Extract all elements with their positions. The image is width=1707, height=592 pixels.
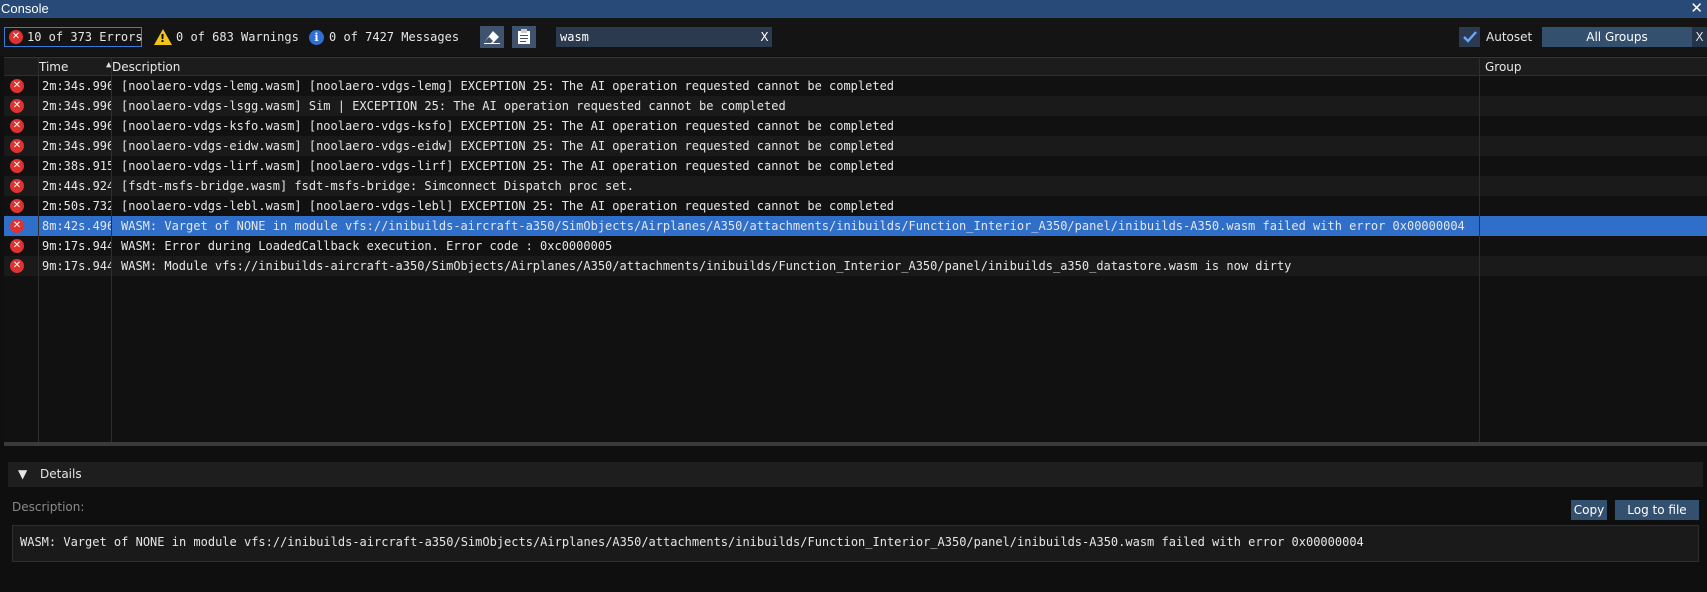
column-header-group[interactable]: Group [1485,60,1522,74]
column-divider[interactable] [1479,58,1480,446]
row-description: [fsdt-msfs-bridge.wasm] fsdt-msfs-bridge… [121,179,634,193]
details-description-text: WASM: Varget of NONE in module vfs://ini… [12,525,1699,562]
error-circle-icon: ✕ [10,259,24,273]
error-circle-icon: ✕ [10,79,24,93]
table-row[interactable]: ✕ 2m:44s.924ms [fsdt-msfs-bridge.wasm] f… [4,176,1707,196]
table-row[interactable]: ✕ 9m:17s.944ms WASM: Module vfs://inibui… [4,256,1707,276]
row-time: 8m:42s.496ms [42,219,112,233]
toolbar: ✕ 10 of 373 Errors ! 0 of 683 Warnings i… [0,18,1707,56]
table-row[interactable]: ✕ 2m:34s.996ms [noolaero-vdgs-lemg.wasm]… [4,76,1707,96]
search-input[interactable] [560,30,750,44]
row-description: [noolaero-vdgs-ksfo.wasm] [noolaero-vdgs… [121,119,895,133]
groups-clear-button[interactable]: X [1692,27,1707,47]
warnings-filter-button[interactable]: ! 0 of 683 Warnings [154,27,299,47]
table-row[interactable]: ✕ 9m:17s.944ms WASM: Error during Loaded… [4,236,1707,256]
row-time: 2m:50s.732ms [42,199,112,213]
column-divider[interactable] [111,58,112,446]
row-time: 2m:34s.996ms [42,139,112,153]
table-header: Time ▲ Description Group [4,58,1707,76]
error-circle-icon: ✕ [10,99,24,113]
horizontal-scrollbar[interactable] [4,442,1707,446]
row-description: [noolaero-vdgs-lemg.wasm] [noolaero-vdgs… [121,79,895,93]
table-row[interactable]: ✕ 2m:50s.732ms [noolaero-vdgs-lebl.wasm]… [4,196,1707,216]
row-time: 2m:34s.996ms [42,99,112,113]
window-title: Console [1,1,49,16]
error-circle-icon: ✕ [10,199,24,213]
search-clear-button[interactable]: X [757,27,772,47]
error-circle-icon: ✕ [10,239,24,253]
autoset-label: Autoset [1486,30,1533,44]
messages-filter-button[interactable]: i 0 of 7427 Messages [309,27,459,47]
groups-dropdown[interactable]: All Groups [1542,27,1692,47]
table-row[interactable]: ✕ 2m:34s.996ms [noolaero-vdgs-lsgg.wasm]… [4,96,1707,116]
log-rows: ✕ 2m:34s.996ms [noolaero-vdgs-lemg.wasm]… [4,76,1707,276]
table-row[interactable]: ✕ 2m:34s.996ms [noolaero-vdgs-eidw.wasm]… [4,136,1707,156]
row-description: WASM: Error during LoadedCallback execut… [121,239,613,253]
row-time: 2m:34s.996ms [42,119,112,133]
row-time: 2m:38s.915ms [42,159,112,173]
errors-filter-button[interactable]: ✕ 10 of 373 Errors [4,27,143,47]
column-divider[interactable] [38,58,39,446]
eraser-icon [484,31,500,44]
row-description: [noolaero-vdgs-lebl.wasm] [noolaero-vdgs… [121,199,895,213]
log-table: Time ▲ Description Group ✕ 2m:34s.996ms … [4,57,1707,446]
error-circle-icon: ✕ [10,159,24,173]
row-time: 2m:44s.924ms [42,179,112,193]
error-circle-icon: ✕ [10,179,24,193]
table-row-selected[interactable]: ✕ 8m:42s.496ms WASM: Varget of NONE in m… [4,216,1707,236]
close-icon[interactable]: ✕ [1690,0,1703,17]
triangle-down-icon: ▼ [18,467,28,481]
row-description: [noolaero-vdgs-lsgg.wasm] Sim | EXCEPTIO… [121,99,786,113]
errors-filter-label: 10 of 373 Errors [27,30,143,44]
details-header[interactable]: ▼ Details [8,462,1703,487]
checkmark-icon [1462,31,1477,43]
details-title: Details [40,467,82,481]
error-circle-icon: ✕ [10,119,24,133]
row-time: 9m:17s.944ms [42,259,112,273]
row-description: WASM: Varget of NONE in module vfs://ini… [121,219,1465,233]
log-to-file-button[interactable]: Log to file [1615,500,1699,520]
row-description: [noolaero-vdgs-eidw.wasm] [noolaero-vdgs… [121,139,895,153]
description-label: Description: [12,500,85,514]
search-field[interactable] [556,27,757,47]
clipboard-icon [518,29,530,44]
column-header-description[interactable]: Description [112,60,180,74]
warnings-filter-label: 0 of 683 Warnings [176,30,299,44]
row-time: 9m:17s.944ms [42,239,112,253]
error-circle-icon: ✕ [10,139,24,153]
error-circle-icon: ✕ [9,30,23,44]
info-circle-icon: i [309,29,324,45]
error-circle-icon: ✕ [10,219,24,233]
row-description: [noolaero-vdgs-lirf.wasm] [noolaero-vdgs… [121,159,895,173]
column-header-time[interactable]: Time [39,60,68,74]
row-time: 2m:34s.996ms [42,79,112,93]
title-bar: Console ✕ [0,0,1707,18]
table-row[interactable]: ✕ 2m:38s.915ms [noolaero-vdgs-lirf.wasm]… [4,156,1707,176]
messages-filter-label: 0 of 7427 Messages [329,30,460,44]
row-description: WASM: Module vfs://inibuilds-aircraft-a3… [121,259,1292,273]
table-row[interactable]: ✕ 2m:34s.996ms [noolaero-vdgs-ksfo.wasm]… [4,116,1707,136]
autoset-checkbox[interactable] [1459,27,1480,47]
copy-button[interactable]: Copy [1571,500,1607,520]
copy-log-button[interactable] [512,26,536,48]
warning-triangle-icon: ! [154,29,172,45]
clear-log-button[interactable] [480,26,504,48]
